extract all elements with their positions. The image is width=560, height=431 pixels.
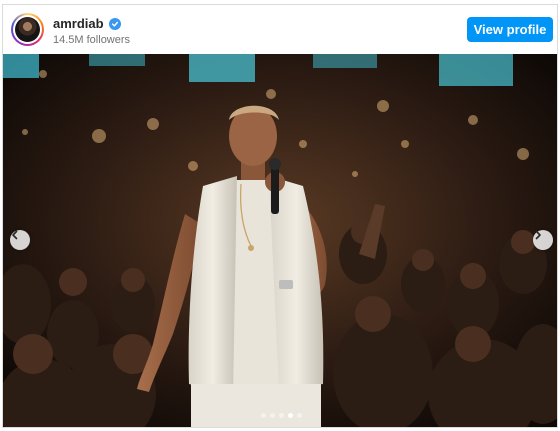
carousel-dot bbox=[278, 413, 284, 418]
instagram-embed: amrdiab 14.5M followers View profile bbox=[2, 4, 558, 428]
verified-badge-icon bbox=[108, 17, 121, 30]
carousel-dot bbox=[260, 413, 266, 418]
follower-count: 14.5M followers bbox=[53, 34, 131, 46]
next-slide-button[interactable] bbox=[533, 230, 553, 250]
chevron-right-icon bbox=[535, 230, 541, 240]
chevron-left-icon bbox=[12, 230, 18, 240]
post-header: amrdiab 14.5M followers View profile bbox=[3, 5, 557, 54]
previous-slide-button[interactable] bbox=[10, 230, 30, 250]
carousel-indicators bbox=[3, 413, 557, 418]
username-row[interactable]: amrdiab bbox=[53, 16, 121, 31]
carousel-dot bbox=[269, 413, 275, 418]
avatar[interactable] bbox=[11, 13, 44, 46]
post-photo[interactable] bbox=[3, 54, 557, 427]
username[interactable]: amrdiab bbox=[53, 16, 104, 31]
carousel-dot bbox=[287, 413, 293, 418]
carousel-dot bbox=[296, 413, 302, 418]
concert-photo bbox=[3, 54, 557, 427]
profile-photo bbox=[15, 17, 40, 42]
view-profile-button[interactable]: View profile bbox=[467, 17, 553, 42]
